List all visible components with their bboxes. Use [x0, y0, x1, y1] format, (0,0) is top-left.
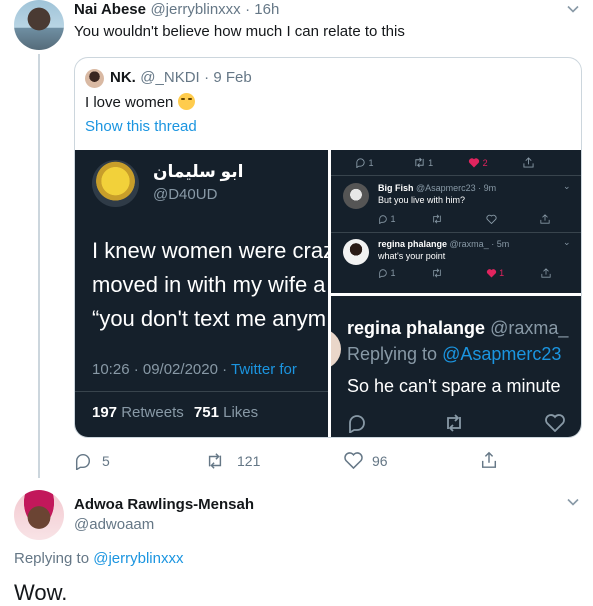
replying-to: Replying to @jerryblinxxx: [14, 550, 183, 567]
quote-author-name: NK.: [110, 69, 136, 86]
screenshot-text-line-2: moved in with my wife a: [92, 272, 326, 297]
spongebob-avatar: [92, 160, 139, 207]
tweet-text: You wouldn't believe how much I can rela…: [74, 23, 405, 40]
share-icon: [541, 268, 551, 278]
zoom-replying-handle: @Asapmerc23: [442, 344, 562, 364]
author-name[interactable]: Nai Abese: [74, 1, 146, 18]
avatar-regina-phalange: [343, 239, 369, 265]
like-count: 2: [482, 158, 488, 168]
reply1-reply-count: 1: [390, 214, 396, 224]
reply2-reply-count: 1: [390, 268, 396, 278]
retweet-icon: [431, 214, 443, 224]
reply-icon: [355, 157, 366, 168]
zoom-handle: @raxma_: [490, 318, 569, 338]
share-icon: [540, 214, 550, 224]
screenshot-timestamp-row: 10:26 · 09/02/2020 · Twitter for: [92, 361, 297, 378]
quote-time: · 9 Feb: [204, 69, 252, 86]
reply-count: 1: [368, 158, 374, 168]
retweets-label: Retweets: [121, 404, 184, 421]
retweet-icon: [431, 268, 443, 278]
reply-icon: [378, 268, 388, 278]
zoom-header: regina phalange @raxma_: [347, 318, 568, 339]
retweet-count: 1: [428, 158, 434, 168]
zoom-replying-prefix: Replying to: [347, 344, 438, 364]
chevron-down-icon: ⌄: [563, 181, 571, 191]
replying-handle-link[interactable]: @jerryblinxxx: [93, 550, 183, 567]
retweet-button[interactable]: [205, 452, 225, 470]
likes-label: Likes: [223, 404, 259, 421]
chevron-down-icon[interactable]: [566, 495, 580, 509]
divider: [331, 175, 581, 176]
retweets-count: 197: [92, 404, 118, 421]
chevron-down-icon[interactable]: [566, 2, 580, 16]
media-grid: ابو سليمان @D40UD I knew women were craz…: [75, 150, 581, 437]
divider: [331, 232, 581, 233]
retweet-icon: [443, 413, 465, 433]
screenshot-client: Twitter for: [231, 361, 297, 378]
thread-line: [38, 54, 40, 478]
screenshot-timestamp: 10:26 · 09/02/2020 ·: [92, 361, 228, 378]
tweet-time[interactable]: · 16h: [245, 1, 279, 18]
laughing-emoji-icon: [177, 93, 195, 110]
media-image-tweet-screenshot[interactable]: ابو سليمان @D40UD I knew women were craz…: [75, 150, 328, 437]
like-button[interactable]: [344, 452, 363, 469]
reply1-handle: @Asapmerc23 · 9m: [416, 183, 497, 193]
reply1-text: But you live with him?: [378, 195, 466, 205]
screenshot-stats: 197 Retweets 751 Likes: [92, 404, 258, 421]
like-count: 96: [372, 453, 388, 469]
avatar-big-fish: [343, 183, 369, 209]
top-action-row: 1 1 2: [355, 157, 534, 168]
reply-count: 5: [102, 453, 110, 469]
replying-prefix: Replying to: [14, 550, 90, 567]
reply2-name: regina phalange: [378, 239, 448, 249]
zoom-replying-to: Replying to @Asapmerc23: [347, 344, 561, 365]
media-image-reply-zoom[interactable]: regina phalange @raxma_ Replying to @Asa…: [331, 296, 581, 437]
media-image-replies-screenshot[interactable]: 1 1 2 Big Fish @Asapmerc23 · 9m ⌄ But yo…: [331, 150, 581, 293]
avatar-nk: [85, 69, 104, 88]
likes-count: 751: [193, 404, 219, 421]
screenshot-text-line-3: “you don't text me anym: [92, 306, 327, 331]
heart-icon: [545, 414, 565, 432]
divider: [75, 391, 328, 392]
reply1-actions: 1: [378, 214, 550, 224]
reply-author-handle[interactable]: @adwoaam: [74, 516, 154, 533]
zoom-name: regina phalange: [347, 318, 486, 338]
heart-filled-icon: [468, 157, 480, 168]
quote-header: NK. @_NKDI · 9 Feb: [110, 69, 252, 87]
quote-text-line: I love women: [85, 93, 195, 111]
reply-author-name[interactable]: Adwoa Rawlings-Mensah: [74, 496, 254, 513]
retweet-count: 121: [237, 453, 261, 469]
reply2-text: what's your point: [378, 251, 446, 261]
avatar-nai-abese[interactable]: [14, 0, 64, 50]
retweet-icon: [413, 157, 426, 168]
avatar-partial: [331, 329, 341, 369]
reply-button[interactable]: [74, 452, 92, 470]
heart-filled-icon: [486, 268, 497, 278]
reply-icon: [347, 413, 367, 433]
screenshot-text-line-1: I knew women were craz: [92, 238, 328, 263]
screenshot-author-name: ابو سليمان: [153, 162, 244, 181]
reply2-like-count: 1: [499, 268, 505, 278]
reply2-actions: 1 1: [378, 268, 551, 278]
share-button[interactable]: [480, 451, 498, 469]
reply1-name: Big Fish: [378, 183, 414, 193]
heart-icon: [486, 214, 497, 224]
quote-author-handle: @_NKDI: [140, 69, 200, 86]
reply-tweet-text: Wow.: [14, 580, 68, 605]
tweet-header: Nai Abese @jerryblinxxx · 16h: [74, 1, 279, 19]
reply2-handle: @raxma_ · 5m: [449, 239, 510, 249]
show-thread-link[interactable]: Show this thread: [85, 118, 197, 135]
zoom-text: So he can't spare a minute: [347, 376, 561, 396]
reply-icon: [378, 214, 388, 224]
avatar-adwoa[interactable]: [14, 490, 64, 540]
chevron-down-icon: ⌄: [563, 237, 571, 247]
share-icon: [523, 157, 534, 168]
reply2-header: regina phalange @raxma_ · 5m: [378, 239, 509, 249]
reply1-header: Big Fish @Asapmerc23 · 9m: [378, 183, 496, 193]
author-handle[interactable]: @jerryblinxxx: [150, 1, 240, 18]
screenshot-author-handle: @D40UD: [153, 186, 218, 203]
quoted-tweet-card[interactable]: NK. @_NKDI · 9 Feb I love women Show thi…: [74, 57, 582, 438]
quote-text: I love women: [85, 94, 174, 111]
